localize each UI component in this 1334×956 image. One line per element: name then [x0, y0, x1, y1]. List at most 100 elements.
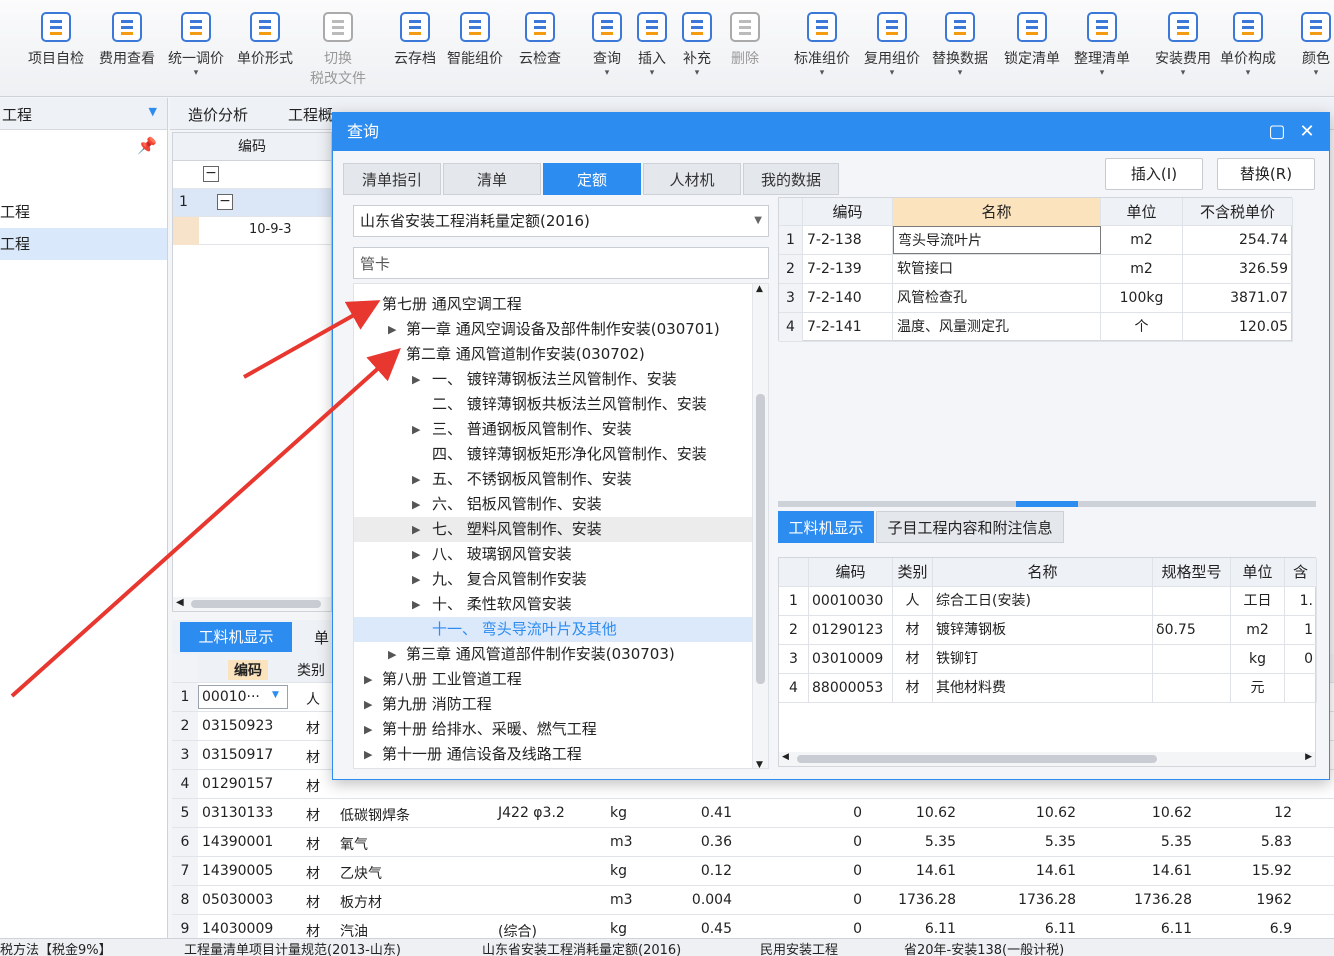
replace-button[interactable]: 替换(R) — [1217, 158, 1315, 190]
expand-arrow-icon[interactable]: ▶ — [412, 417, 420, 442]
table-row[interactable]: 5 03130133 材 低碳钢焊条 J422 φ3.2 kg 0.41 0 10.62 10.6… — [172, 799, 1334, 828]
material-row[interactable]: 3 03010009 材铁铆钉 kg 0 — [779, 645, 1317, 674]
table-row[interactable]: 614390001 材 氧气 m3 0.36 0 5.35 5.35 5.35 5.83 9 — [172, 828, 1334, 857]
tab-bill[interactable]: 清单 — [443, 163, 541, 195]
tab-project-overview[interactable]: 工程概 — [288, 104, 333, 125]
tree-node[interactable]: ▶ 八、 玻璃钢风管安装 — [354, 542, 752, 567]
tree-node[interactable]: ▶ 十、 柔性软风管安装 — [354, 592, 752, 617]
material-row[interactable]: 2 01290123 材镀锌薄钢板 δ0.75 m2 1 — [779, 616, 1317, 645]
toolbar-button-6[interactable]: 云存档 — [381, 8, 449, 68]
expand-arrow-icon[interactable]: ▶ — [364, 717, 372, 742]
expand-arrow-icon[interactable]: ▶ — [412, 592, 420, 617]
table-row[interactable]: 8 05030003 材 板方材 m3 0.004 0 1736.28 1736.28 1736.… — [172, 886, 1334, 915]
quota-row[interactable]: 1 7-2-138 弯头导流叶片 m2 254.74 — [779, 226, 1293, 255]
search-input[interactable] — [353, 247, 769, 279]
collapse-arrow-icon[interactable]: ◢ — [388, 342, 396, 367]
toolbar-button-7[interactable]: 智能组价 — [441, 8, 509, 68]
toolbar-button-1[interactable]: 项目自检 — [22, 8, 90, 68]
tab-quota[interactable]: 定额 — [543, 163, 641, 195]
tree-node[interactable]: ◢ 第七册 通风空调工程 — [354, 292, 752, 317]
toolbar-button-14[interactable]: 复用组价 ▾ — [858, 8, 926, 78]
tree-node[interactable]: ▶ 第三章 通风管道部件制作安装(030703) — [354, 642, 752, 667]
toolbar-button-12[interactable]: 删除 — [711, 8, 779, 68]
tree-node[interactable]: ▶ 第十一册 通信设备及线路工程 — [354, 742, 752, 767]
expand-arrow-icon[interactable]: ▶ — [412, 542, 420, 567]
tree-node[interactable]: 十一、 弯头导流叶片及其他 — [354, 617, 752, 642]
toolbar-button-2[interactable]: 费用查看 — [93, 8, 161, 68]
collapse-arrow-icon[interactable]: ◢ — [364, 292, 372, 317]
tab-bill-guide[interactable]: 清单指引 — [343, 163, 441, 195]
quota-library-select[interactable]: 山东省安装工程消耗量定额(2016) ▼ — [353, 205, 769, 237]
dropdown-arrow-icon[interactable]: ▼ — [149, 105, 157, 118]
toolbar-button-3[interactable]: 统一调价 ▾ — [162, 8, 230, 78]
pin-icon[interactable]: 📌 — [137, 136, 157, 155]
scroll-up-icon[interactable]: ▲ — [756, 284, 763, 294]
tree-node[interactable]: 二、 镀锌薄钢板共板法兰风管制作、安装 — [354, 392, 752, 417]
scroll-left-icon[interactable]: ◀ — [176, 597, 184, 608]
tab-other[interactable]: 单 — [314, 627, 329, 648]
quota-row[interactable]: 3 7-2-140 风管检查孔 100kg 3871.07 — [779, 284, 1293, 313]
tree-node[interactable]: ▶ 一、 镀锌薄钢板法兰风管制作、安装 — [354, 367, 752, 392]
tree-node[interactable]: ▶ 三、 普通钢板风管制作、安装 — [354, 417, 752, 442]
expand-arrow-icon[interactable]: ▶ — [412, 367, 420, 392]
tab-labor-material-machine[interactable]: 工料机显示 — [180, 622, 292, 652]
expand-arrow-icon[interactable]: ▶ — [412, 517, 420, 542]
scroll-left-icon[interactable]: ◀ — [782, 752, 789, 762]
tree-node[interactable]: ▶ 九、 复合风管制作安装 — [354, 567, 752, 592]
project-selector[interactable]: 工程 ▼ — [0, 98, 167, 130]
pane-splitter[interactable] — [778, 501, 1316, 507]
maximize-icon[interactable]: ▢ — [1265, 113, 1289, 151]
scroll-right-icon[interactable]: ▶ — [1305, 752, 1312, 762]
expand-arrow-icon[interactable]: ▶ — [412, 492, 420, 517]
table-row[interactable]: 7 14390005 材 乙炔气 kg 0.12 0 14.61 14.61 14.61 15.92… — [172, 857, 1334, 886]
material-row[interactable]: 4 88000053 材其他材料费 元 — [779, 674, 1317, 703]
material-row[interactable]: 1 00010030 人综合工日(安装) 工日 1. — [779, 587, 1317, 616]
toolbar-button-5[interactable]: 切换 税改文件 — [304, 8, 372, 88]
expand-arrow-icon[interactable]: ▶ — [364, 742, 372, 767]
toolbar-button-8[interactable]: 云检查 — [506, 8, 574, 68]
toolbar-button-18[interactable]: 安装费用 ▾ — [1149, 8, 1217, 78]
tab-labor-material[interactable]: 人材机 — [643, 163, 741, 195]
tree-node[interactable]: 四、 镀锌薄钢板矩形净化风管制作、安装 — [354, 442, 752, 467]
tab-sub-item-content[interactable]: 子目工程内容和附注信息 — [876, 511, 1064, 543]
expand-arrow-icon[interactable]: ▶ — [412, 467, 420, 492]
project-tree-item[interactable]: 工程 — [0, 228, 167, 260]
toolbar-button-15[interactable]: 替换数据 ▾ — [926, 8, 994, 78]
tree-node[interactable]: ▶ 七、 塑料风管制作、安装 — [354, 517, 752, 542]
collapse-icon[interactable]: − — [217, 194, 233, 210]
toolbar-button-20[interactable]: 颜色 ▾ — [1282, 8, 1334, 78]
close-icon[interactable]: ✕ — [1295, 113, 1319, 151]
quota-row[interactable]: 4 7-2-141 温度、风量测定孔个 120.05 — [779, 313, 1293, 342]
tree-node[interactable]: ▶ 第一章 通风空调设备及部件制作安装(030701) — [354, 317, 752, 342]
toolbar-button-16[interactable]: 锁定清单 — [998, 8, 1066, 68]
collapse-icon[interactable]: − — [203, 166, 219, 182]
table-row[interactable]: 1 − — [173, 189, 331, 217]
tab-my-data[interactable]: 我的数据 — [743, 163, 839, 195]
tab-labor-material-display[interactable]: 工料机显示 — [778, 511, 874, 543]
insert-button[interactable]: 插入(I) — [1105, 158, 1203, 190]
tree-node[interactable]: ▶ 第十册 给排水、采暖、燃气工程 — [354, 717, 752, 742]
expand-arrow-icon[interactable]: ▶ — [364, 667, 372, 692]
chevron-down-icon[interactable]: ▼ — [272, 690, 279, 700]
dialog-title-bar[interactable]: 查询 ▢ ✕ — [333, 113, 1329, 151]
tree-node[interactable]: ▶ 六、 铝板风管制作、安装 — [354, 492, 752, 517]
scroll-down-icon[interactable]: ▼ — [756, 760, 763, 768]
tree-scrollbar[interactable]: ▲ ▼ — [752, 284, 768, 768]
expand-arrow-icon[interactable]: ▶ — [388, 642, 396, 667]
tree-node[interactable]: ▶ 第九册 消防工程 — [354, 692, 752, 717]
expand-arrow-icon[interactable]: ▶ — [412, 567, 420, 592]
table-row[interactable]: 10-9-3 — [173, 217, 331, 245]
project-tree-item[interactable]: 工程 — [0, 196, 167, 228]
toolbar-button-4[interactable]: 单价形式 — [231, 8, 299, 68]
quota-row[interactable]: 2 7-2-139 软管接口 m2 326.59 — [779, 255, 1293, 284]
expand-arrow-icon[interactable]: ▶ — [388, 317, 396, 342]
tree-node[interactable]: ◢ 第二章 通风管道制作安装(030702) — [354, 342, 752, 367]
expand-arrow-icon[interactable]: ▶ — [364, 692, 372, 717]
toolbar-button-19[interactable]: 单价构成 ▾ — [1214, 8, 1282, 78]
tree-node[interactable]: ▶ 第八册 工业管道工程 — [354, 667, 752, 692]
toolbar-button-17[interactable]: 整理清单 ▾ — [1068, 8, 1136, 78]
toolbar-button-13[interactable]: 标准组价 ▾ — [788, 8, 856, 78]
tree-node[interactable]: ▶ 五、 不锈钢板风管制作、安装 — [354, 467, 752, 492]
material-grid-scrollbar[interactable]: ◀ ▶ — [779, 752, 1315, 766]
tab-cost-analysis[interactable]: 造价分析 — [188, 104, 248, 125]
